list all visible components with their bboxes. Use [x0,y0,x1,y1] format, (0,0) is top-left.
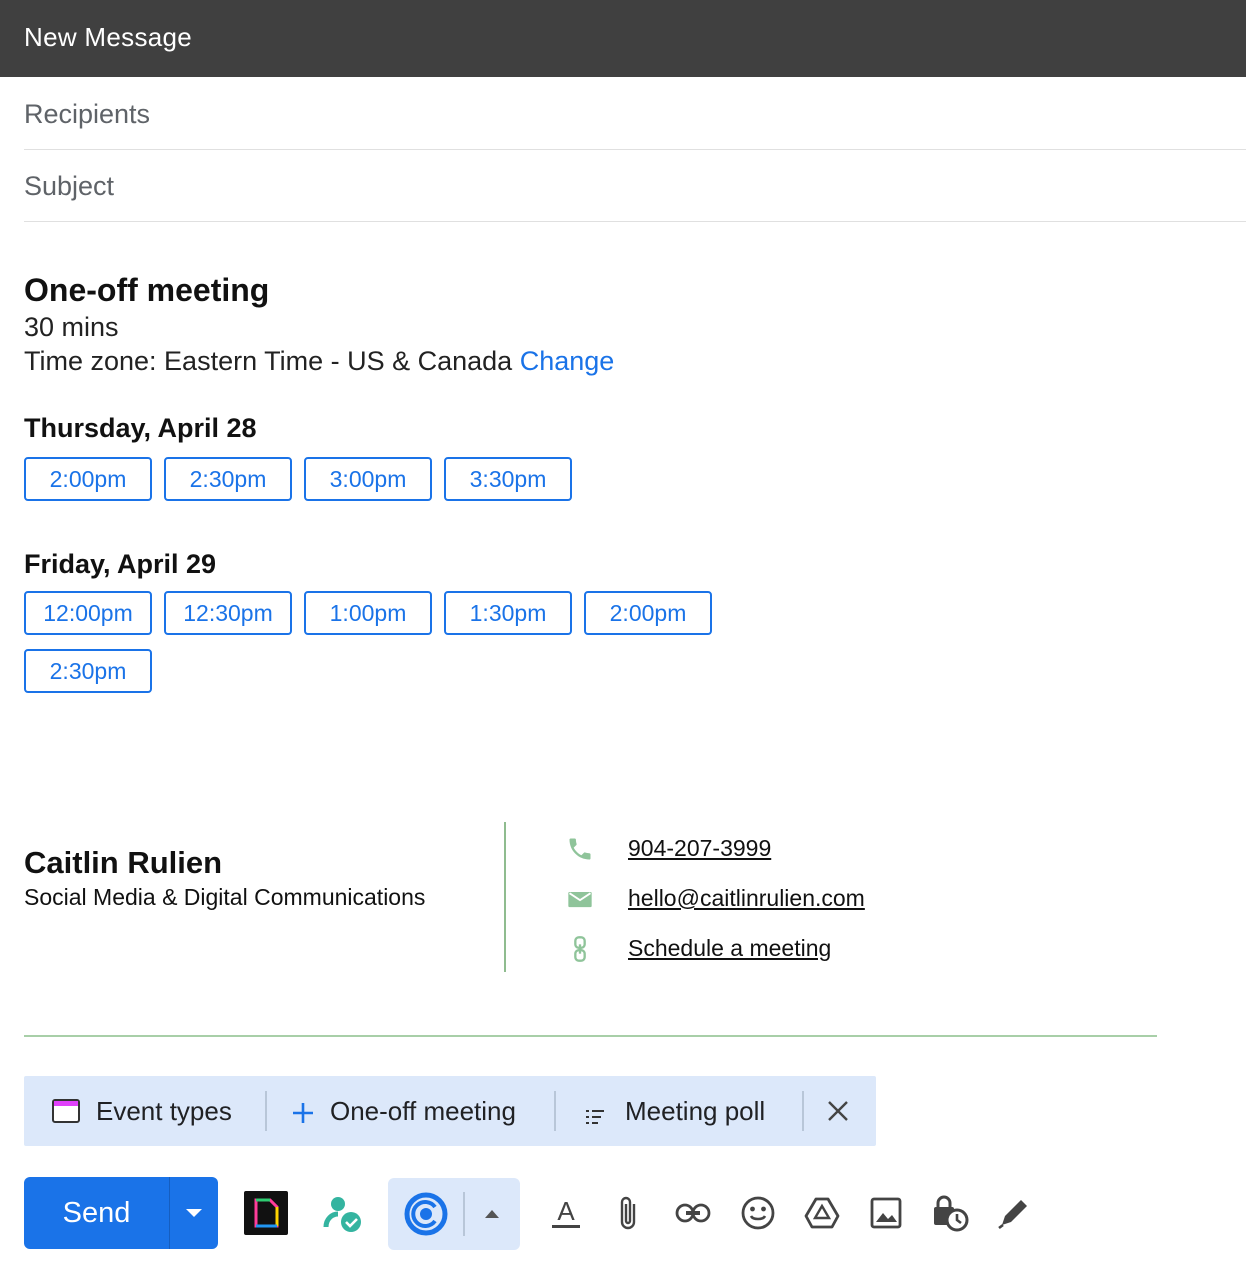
link-icon[interactable] [665,1185,721,1241]
signature-schedule-link[interactable]: Schedule a meeting [628,935,831,962]
drive-icon[interactable] [794,1185,850,1241]
recipients-placeholder: Recipients [24,99,151,129]
time-slot-button[interactable]: 1:30pm [444,591,572,635]
day-heading: Friday, April 29 [24,549,217,579]
subject-field[interactable]: Subject [24,150,1246,222]
contact-check-icon[interactable] [314,1185,370,1241]
send-options-icon[interactable] [170,1177,218,1249]
email-icon [566,885,594,913]
app-extension-icon[interactable] [238,1185,294,1241]
calendly-group [388,1178,520,1250]
photo-icon[interactable] [858,1185,914,1241]
signature-divider [504,822,506,972]
time-slot-button[interactable]: 3:00pm [304,457,432,501]
send-button-group: Send [24,1177,218,1249]
confidential-mode-icon[interactable] [922,1185,978,1241]
calendly-icon[interactable] [398,1186,454,1242]
time-slot-button[interactable]: 12:30pm [164,591,292,635]
subject-placeholder: Subject [24,171,115,201]
toolbar-separator [802,1091,804,1131]
meeting-poll-button[interactable]: Meeting poll [585,1076,765,1146]
link-chain-icon [566,935,594,963]
calendar-icon [52,1099,80,1123]
svg-text:A: A [557,1196,575,1226]
emoji-icon[interactable] [730,1185,786,1241]
phone-icon [566,835,594,863]
event-types-label: Event types [96,1095,232,1126]
toolbar-separator [554,1091,556,1131]
meeting-duration: 30 mins [24,312,119,342]
time-slot-button[interactable]: 2:30pm [24,649,152,693]
formatting-icon[interactable]: A [538,1185,594,1241]
meeting-title: One-off meeting [24,272,270,308]
signature-role: Social Media & Digital Communications [24,884,426,910]
time-slot-button[interactable]: 2:00pm [24,457,152,501]
attach-icon[interactable] [600,1185,656,1241]
time-slot-button[interactable]: 1:00pm [304,591,432,635]
close-icon[interactable] [827,1076,849,1146]
event-types-button[interactable]: Event types [52,1076,232,1146]
recipients-field[interactable]: Recipients [24,78,1246,150]
time-slot-button[interactable]: 2:30pm [164,457,292,501]
meeting-poll-label: Meeting poll [625,1095,766,1126]
time-slot-button[interactable]: 2:00pm [584,591,712,635]
signature-icon[interactable] [986,1185,1042,1241]
toolbar-separator [265,1091,267,1131]
time-slot-button[interactable]: 12:00pm [24,591,152,635]
poll-icon [585,1102,607,1124]
time-slot-button[interactable]: 3:30pm [444,457,572,501]
day-heading: Thursday, April 28 [24,413,257,443]
expand-up-icon[interactable] [464,1186,520,1242]
one-off-meeting-label: One-off meeting [330,1095,516,1126]
plus-icon [292,1100,314,1123]
signature-name: Caitlin Rulien [24,845,223,880]
signature-rule [24,1035,1157,1037]
one-off-meeting-button[interactable]: One-off meeting [292,1076,516,1146]
compose-header: New Message [0,0,1246,77]
timezone-line: Time zone: Eastern Time - US & Canada Ch… [24,346,614,377]
timezone-text: Time zone: Eastern Time - US & Canada [24,346,513,376]
signature-email-link[interactable]: hello@caitlinrulien.com [628,885,865,912]
compose-title: New Message [24,22,193,52]
change-timezone-link[interactable]: Change [520,346,615,376]
signature-phone-link[interactable]: 904-207-3999 [628,835,771,862]
calendly-toolbar: Event types One-off meeting Meeting poll [24,1076,876,1146]
send-button[interactable]: Send [24,1177,169,1249]
